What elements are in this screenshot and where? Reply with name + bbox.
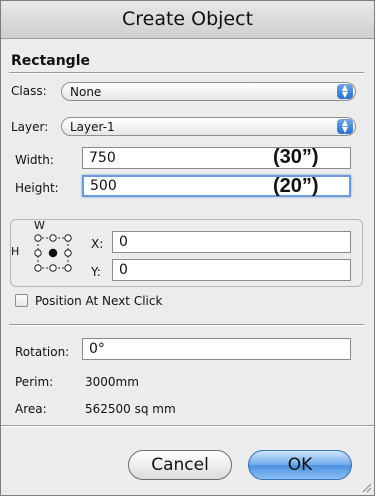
- y-field[interactable]: 0: [112, 259, 351, 281]
- rotation-label: Rotation:: [15, 345, 70, 359]
- resize-grip-icon[interactable]: [360, 481, 372, 493]
- section-title: Rectangle: [11, 53, 90, 69]
- position-at-next-click-checkbox[interactable]: [15, 294, 28, 307]
- area-label: Area:: [15, 402, 47, 416]
- perim-value: 3000mm: [85, 375, 139, 389]
- height-label: Height:: [15, 181, 59, 195]
- layer-label: Layer:: [11, 120, 49, 134]
- cancel-button[interactable]: Cancel: [128, 450, 232, 480]
- height-annotation: (20”): [273, 175, 319, 197]
- layer-select[interactable]: Layer-1 ▲ ▼: [61, 117, 356, 136]
- popup-arrows-icon: ▲ ▼: [337, 119, 353, 134]
- perim-label: Perim:: [15, 375, 54, 389]
- y-label: Y:: [91, 265, 101, 279]
- ok-button[interactable]: OK: [248, 450, 352, 480]
- width-annotation: (30”): [273, 146, 319, 168]
- area-value: 562500 sq mm: [85, 402, 176, 416]
- class-label: Class:: [11, 84, 47, 98]
- create-object-dialog: Create Object Rectangle Class: None ▲ ▼ L…: [0, 0, 375, 496]
- layer-value: Layer-1: [70, 120, 115, 134]
- x-field[interactable]: 0: [112, 231, 351, 253]
- position-at-next-click-label: Position At Next Click: [35, 294, 163, 308]
- divider: [9, 72, 364, 74]
- x-label: X:: [91, 237, 104, 251]
- width-label: Width:: [15, 153, 54, 167]
- divider: [1, 425, 374, 427]
- anchor-h-label: H: [11, 245, 20, 258]
- anchor-grid-icon[interactable]: [33, 233, 73, 273]
- window-title: Create Object: [1, 1, 374, 39]
- divider: [9, 324, 364, 326]
- class-select[interactable]: None ▲ ▼: [61, 82, 356, 101]
- rotation-field[interactable]: 0°: [82, 338, 351, 360]
- popup-arrows-icon: ▲ ▼: [337, 84, 353, 99]
- anchor-w-label: W: [34, 219, 45, 232]
- class-value: None: [70, 85, 102, 99]
